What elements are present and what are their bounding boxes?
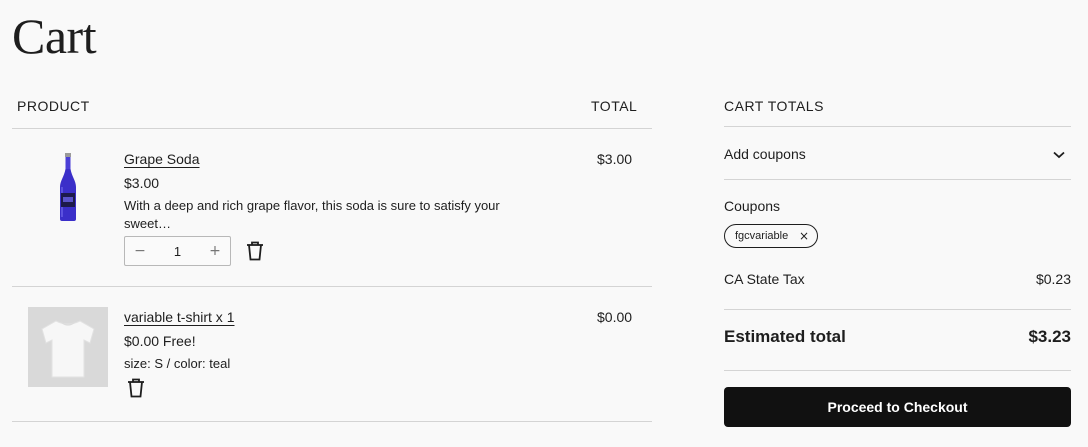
product-attributes: size: S / color: teal [124, 356, 231, 371]
divider [724, 370, 1071, 371]
add-coupons-label: Add coupons [724, 146, 806, 162]
cart-totals-heading: CART TOTALS [724, 98, 824, 114]
divider [12, 128, 652, 129]
increase-quantity-button[interactable]: + [200, 237, 230, 265]
trash-icon[interactable] [246, 241, 264, 261]
close-icon[interactable]: × [799, 229, 809, 243]
product-price: $3.00 [124, 175, 160, 191]
tax-row: CA State Tax $0.23 [724, 271, 1071, 287]
coupon-code: fgcvariable [735, 230, 789, 242]
grape-soda-image[interactable] [55, 153, 81, 223]
tshirt-image[interactable] [28, 307, 108, 387]
estimated-total-label: Estimated total [724, 327, 846, 346]
product-link-grape-soda[interactable]: Grape Soda [124, 151, 200, 167]
proceed-to-checkout-button[interactable]: Proceed to Checkout [724, 387, 1071, 427]
coupons-label: Coupons [724, 198, 781, 214]
divider [724, 179, 1071, 180]
divider [724, 309, 1071, 310]
estimated-total-value: $3.23 [1028, 327, 1071, 346]
page-title: Cart [12, 8, 97, 64]
column-header-total: TOTAL [591, 98, 638, 114]
divider [12, 421, 652, 422]
quantity-stepper[interactable]: − + [124, 236, 231, 266]
product-description: With a deep and rich grape flavor, this … [124, 198, 500, 231]
product-price: $0.00 Free! [124, 333, 196, 349]
column-header-product: PRODUCT [17, 98, 90, 114]
coupon-chip: fgcvariable × [724, 224, 818, 248]
quantity-input[interactable] [157, 243, 198, 259]
line-total: $3.00 [597, 151, 633, 167]
divider [12, 286, 652, 287]
estimated-total-row: Estimated total $3.23 [724, 327, 1071, 347]
decrease-quantity-button[interactable]: − [125, 237, 155, 265]
divider [724, 126, 1071, 127]
trash-icon[interactable] [127, 378, 145, 398]
line-total: $0.00 [597, 309, 633, 325]
tax-value: $0.23 [1035, 271, 1071, 287]
product-link-variable-tshirt[interactable]: variable t-shirt x 1 [124, 309, 234, 325]
chevron-down-icon [1053, 146, 1065, 162]
tax-label: CA State Tax [724, 271, 805, 287]
add-coupons-toggle[interactable]: Add coupons [724, 144, 1071, 164]
